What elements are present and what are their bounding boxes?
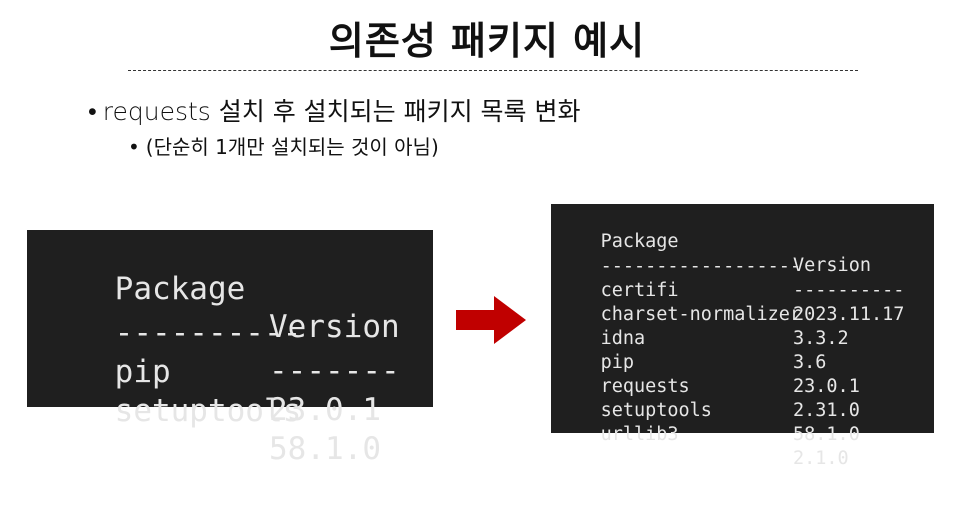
- terminal-before: Package Version ---------- ------- pip 2…: [27, 230, 433, 467]
- separator-version: ----------: [793, 280, 905, 301]
- table-row: urllib3 2.1.0: [556, 399, 849, 495]
- package-version: 2023.11.17: [793, 304, 905, 325]
- package-version: 3.3.2: [793, 328, 849, 349]
- bullet-sub: • (단순히 1개만 설치되는 것이 아님): [128, 131, 439, 160]
- bullet-main-text: requests 설치 후 설치되는 패키지 목록 변화: [102, 97, 581, 126]
- bullet-main: • requests 설치 후 설치되는 패키지 목록 변화: [88, 92, 581, 128]
- package-version: 23.0.1: [793, 376, 860, 397]
- package-version: 58.1.0: [269, 431, 381, 467]
- package-version: 3.6: [793, 352, 827, 373]
- bullet-dot: •: [128, 135, 140, 159]
- terminal-after: Package Version ------------------ -----…: [551, 204, 934, 469]
- package-version: 2.31.0: [793, 400, 860, 421]
- title-divider: [128, 70, 858, 71]
- bullet-sub-text: (단순히 1개만 설치되는 것이 아님): [145, 135, 439, 159]
- table-row: setuptools 58.1.0: [40, 354, 381, 506]
- slide-title: 의존성 패키지 예시: [328, 19, 646, 63]
- package-name: setuptools: [114, 393, 302, 429]
- column-header-version: Version: [793, 255, 871, 276]
- right-arrow-icon: [456, 296, 526, 344]
- package-version: 58.1.0: [793, 424, 860, 445]
- bullet-dot: •: [88, 97, 97, 126]
- package-version: 2.1.0: [793, 448, 849, 469]
- package-name: urllib3: [600, 424, 679, 445]
